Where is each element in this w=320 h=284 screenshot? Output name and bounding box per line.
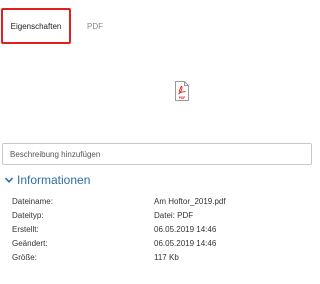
tab-bar: Eigenschaften PDF — [0, 0, 300, 50]
section-title: Informationen — [17, 173, 91, 187]
tab-eigenschaften-label: Eigenschaften — [10, 21, 62, 31]
tab-eigenschaften[interactable]: Eigenschaften — [1, 8, 71, 44]
tab-pdf-label: PDF — [87, 21, 103, 31]
info-label-erstellt: Erstellt: — [12, 225, 39, 234]
info-value-dateiname: Am Hoftor_2019.pdf — [154, 197, 226, 206]
chevron-down-icon — [4, 177, 14, 183]
info-value-geaendert: 06.05.2019 14:46 — [154, 239, 217, 248]
info-value-groesse: 117 Kb — [154, 253, 179, 262]
tab-pdf[interactable]: PDF — [82, 8, 108, 44]
info-label-dateiname: Dateiname: — [12, 197, 53, 206]
pdf-file-icon[interactable]: PDF — [175, 81, 189, 101]
info-label-groesse: Größe: — [12, 253, 37, 262]
pdf-icon-label: PDF — [179, 96, 185, 100]
info-value-erstellt: 06.05.2019 14:46 — [154, 225, 217, 234]
informationen-section-header[interactable]: Informationen — [4, 173, 90, 187]
info-label-geaendert: Geändert: — [12, 239, 48, 248]
description-input[interactable] — [2, 143, 312, 165]
info-label-dateityp: Dateityp: — [12, 211, 44, 220]
info-value-dateityp: Datei: PDF — [154, 211, 194, 220]
